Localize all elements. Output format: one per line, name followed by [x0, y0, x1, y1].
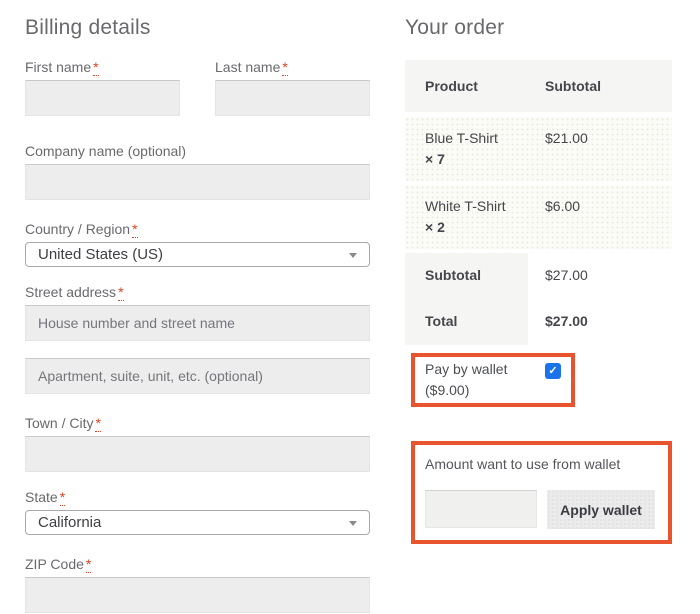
order-total-row: Total $27.00: [405, 299, 672, 345]
field-last-name: Last name*: [215, 58, 370, 116]
city-input[interactable]: [25, 436, 370, 472]
order-item-product: White T-Shirt × 2: [405, 196, 528, 238]
total-label: Total: [405, 299, 528, 345]
field-zip: ZIP Code*: [25, 555, 370, 613]
subtotal-column-header: Subtotal: [528, 78, 672, 94]
required-asterisk: *: [118, 284, 123, 301]
field-state: State* California: [25, 488, 370, 535]
wallet-amount-label: Amount want to use from wallet: [425, 454, 655, 474]
first-name-label: First name*: [25, 58, 180, 77]
state-select-value: California: [38, 514, 101, 531]
required-asterisk: *: [93, 59, 98, 76]
field-city: Town / City*: [25, 414, 370, 472]
company-input[interactable]: [25, 164, 370, 200]
product-quantity: × 2: [425, 217, 528, 238]
subtotal-value: $27.00: [528, 253, 672, 299]
chevron-down-icon: [349, 521, 357, 526]
order-review-table: Product Subtotal Blue T-Shirt × 7 $21.00…: [405, 60, 672, 345]
country-label-text: Country / Region: [25, 221, 130, 237]
first-name-input[interactable]: [25, 80, 180, 116]
pay-by-wallet-amount: ($9.00): [425, 380, 561, 401]
field-first-name: First name*: [25, 58, 180, 116]
country-select-value: United States (US): [38, 246, 163, 263]
order-table-header: Product Subtotal: [405, 60, 672, 112]
zip-label: ZIP Code*: [25, 555, 370, 574]
state-select[interactable]: California: [25, 510, 370, 535]
checkout-page: Billing details First name* Last name* C…: [0, 0, 700, 613]
last-name-label-text: Last name: [215, 59, 280, 75]
subtotal-label: Subtotal: [405, 253, 528, 299]
order-item-row: Blue T-Shirt × 7 $21.00: [405, 117, 672, 181]
chevron-down-icon: [349, 253, 357, 258]
address-line2-input[interactable]: [25, 358, 370, 394]
first-name-label-text: First name: [25, 59, 91, 75]
country-select[interactable]: United States (US): [25, 242, 370, 267]
last-name-label: Last name*: [215, 58, 370, 77]
city-label: Town / City*: [25, 414, 370, 433]
city-label-text: Town / City: [25, 415, 93, 431]
required-asterisk: *: [132, 221, 137, 238]
street-address-input[interactable]: [25, 305, 370, 341]
street-address-label: Street address*: [25, 283, 370, 302]
pay-by-wallet-label: Pay by wallet: [425, 359, 561, 380]
pay-by-wallet-highlight-box: Pay by wallet ($9.00) ✓: [411, 353, 575, 407]
state-label-text: State: [25, 489, 58, 505]
wallet-amount-input[interactable]: [425, 490, 537, 528]
total-value: $27.00: [528, 299, 672, 345]
product-column-header: Product: [405, 78, 528, 94]
last-name-input[interactable]: [215, 80, 370, 116]
company-label-text: Company name (optional): [25, 143, 186, 159]
billing-section: Billing details First name* Last name* C…: [25, 0, 370, 613]
wallet-amount-row: Apply wallet: [425, 490, 655, 529]
wallet-amount-highlight-box: Amount want to use from wallet Apply wal…: [411, 441, 672, 544]
order-section: Your order Product Subtotal Blue T-Shirt…: [405, 0, 672, 613]
street-address-label-text: Street address: [25, 284, 116, 300]
order-item-row: White T-Shirt × 2 $6.00: [405, 185, 672, 249]
product-quantity: × 7: [425, 149, 528, 170]
state-label: State*: [25, 488, 370, 507]
order-item-product: Blue T-Shirt × 7: [405, 128, 528, 170]
product-name: White T-Shirt: [425, 196, 528, 217]
zip-label-text: ZIP Code: [25, 556, 84, 572]
field-country: Country / Region* United States (US): [25, 220, 370, 267]
field-street-address: Street address*: [25, 283, 370, 341]
required-asterisk: *: [95, 415, 100, 432]
pay-by-wallet-checkbox[interactable]: ✓: [545, 363, 561, 379]
product-name: Blue T-Shirt: [425, 128, 528, 149]
company-label: Company name (optional): [25, 142, 370, 161]
required-asterisk: *: [282, 59, 287, 76]
field-address-line2: [25, 358, 370, 394]
order-subtotal-row: Subtotal $27.00: [405, 253, 672, 299]
order-title: Your order: [405, 16, 672, 40]
required-asterisk: *: [60, 489, 65, 506]
order-item-subtotal: $6.00: [528, 196, 672, 238]
required-asterisk: *: [86, 556, 91, 573]
order-item-subtotal: $21.00: [528, 128, 672, 170]
checkmark-icon: ✓: [548, 366, 557, 377]
apply-wallet-button[interactable]: Apply wallet: [547, 490, 655, 529]
field-company: Company name (optional): [25, 142, 370, 200]
name-fields-row: First name* Last name*: [25, 58, 370, 116]
billing-title: Billing details: [25, 16, 370, 40]
country-label: Country / Region*: [25, 220, 370, 239]
zip-input[interactable]: [25, 577, 370, 613]
